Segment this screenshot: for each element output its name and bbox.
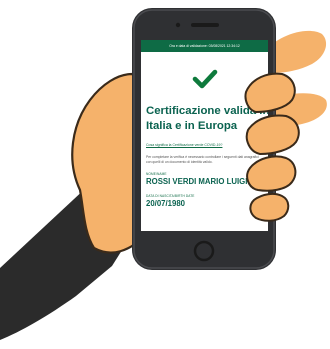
verification-note: Per completare la verifica è necessario … [146,155,259,164]
validation-timestamp-bar: Ora e data di validazione: 03/08/2021 12… [141,40,268,52]
birth-date-label: DATA DI NASCITA/BIRTH DATE [146,194,195,199]
phone-screen: Ora e data di validazione: 03/08/2021 12… [141,40,268,231]
check-icon-wrap [141,68,268,94]
birth-date-value: 20/07/1980 [146,199,186,209]
home-button[interactable] [193,240,215,262]
validity-title-line1: Certificazione valida in [146,105,268,117]
front-camera [175,22,181,28]
validity-title-line2: Italia e in Europa [146,120,238,132]
certificate-info-link[interactable]: Cosa significa la Certificazione verde C… [146,143,262,147]
validity-title: Certificazione valida in Italia e in Eur… [146,104,268,134]
speaker-slot [191,23,219,27]
name-label: NOME/NAME [146,172,167,177]
check-icon [192,69,217,89]
name-value: ROSSI VERDI MARIO LUIGI [146,177,248,187]
certificate-content: Certificazione valida in Italia e in Eur… [141,104,268,208]
